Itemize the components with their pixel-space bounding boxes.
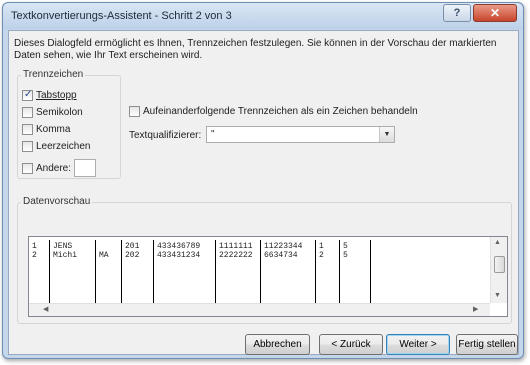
checkbox-box[interactable]: ✓ — [22, 88, 33, 101]
dialog-body: Dieses Dialogfeld ermöglicht es Ihnen, T… — [8, 30, 519, 355]
scroll-right-icon[interactable]: ▶ — [473, 305, 478, 313]
checkbox-label-consecutive: Aufeinanderfolgende Trennzeichen als ein… — [143, 105, 418, 117]
checkbox-label-tabstopp: Tabstopp — [36, 89, 77, 101]
checkbox-semikolon[interactable]: Semikolon — [22, 105, 83, 119]
preview-cell: 1 — [319, 242, 324, 251]
cancel-button[interactable]: Abbrechen — [245, 334, 310, 355]
preview-cell: 11223344 — [264, 242, 303, 251]
next-button[interactable]: Weiter > — [386, 334, 450, 355]
checkbox-box[interactable] — [22, 106, 33, 118]
chevron-down-icon[interactable]: ▼ — [379, 127, 394, 142]
checkbox-box[interactable] — [22, 123, 33, 135]
text-qualifier-value: " — [211, 129, 215, 140]
checkbox-label-komma: Komma — [36, 123, 71, 135]
preview-cell: 433436789 — [157, 242, 201, 251]
checkbox-tabstopp[interactable]: ✓ Tabstopp — [22, 88, 77, 102]
horizontal-scrollbar[interactable]: ◀ ▶ — [29, 303, 490, 316]
data-preview[interactable]: 1 JENS 201 433436789 1111111 11223344 1 … — [28, 236, 508, 317]
preview-cell: Michi — [53, 251, 78, 260]
preview-cell: 2 — [32, 251, 37, 260]
preview-cell: 1111111 — [219, 242, 253, 251]
vertical-scrollbar[interactable]: ▲ ▼ — [490, 237, 507, 303]
checkbox-box[interactable] — [129, 105, 140, 117]
check-icon: ✓ — [24, 88, 33, 100]
checkbox-andere[interactable]: Andere: — [22, 161, 71, 175]
dialog-window: Textkonvertierungs-Assistent - Schritt 2… — [2, 2, 524, 359]
preview-cell: 2222222 — [219, 251, 253, 260]
scrollbar-thumb[interactable] — [494, 256, 505, 273]
checkbox-label-semikolon: Semikolon — [36, 106, 83, 118]
preview-cell: 2 — [319, 251, 324, 260]
preview-cell: 201 — [125, 242, 140, 251]
back-button[interactable]: < Zurück — [319, 334, 383, 355]
preview-cell: 5 — [343, 251, 348, 260]
checkbox-consecutive[interactable]: Aufeinanderfolgende Trennzeichen als ein… — [129, 104, 418, 118]
other-separator-input[interactable] — [74, 159, 96, 177]
description-text: Dieses Dialogfeld ermöglicht es Ihnen, T… — [14, 38, 497, 61]
preview-cell: JENS — [53, 242, 73, 251]
finish-button[interactable]: Fertig stellen — [456, 334, 518, 355]
checkbox-box[interactable] — [22, 140, 33, 152]
checkbox-label-andere: Andere: — [36, 162, 72, 174]
preview-row: 1 JENS 201 433436789 1111111 11223344 1 … — [29, 242, 489, 251]
scroll-left-icon[interactable]: ◀ — [43, 305, 48, 313]
close-button[interactable]: ✕ — [473, 4, 517, 22]
preview-cell: MA — [99, 251, 109, 260]
preview-row: 2 Michi MA 202 433431234 2222222 6634734… — [29, 251, 489, 260]
checkbox-komma[interactable]: Komma — [22, 122, 70, 136]
help-button[interactable]: ? — [443, 4, 471, 22]
preview-cell: 6634734 — [264, 251, 298, 260]
title-bar[interactable]: Textkonvertierungs-Assistent - Schritt 2… — [3, 3, 523, 29]
checkbox-leerzeichen[interactable]: Leerzeichen — [22, 139, 90, 153]
scroll-down-icon[interactable]: ▼ — [494, 292, 501, 299]
preview-cell: 1 — [32, 242, 37, 251]
preview-cell: 5 — [343, 242, 348, 251]
text-qualifier-select[interactable]: " ▼ — [206, 126, 395, 143]
preview-legend: Datenvorschau — [21, 196, 93, 207]
separators-group: Trennzeichen ✓ Tabstopp Semikolon Komma … — [17, 69, 121, 179]
scroll-up-icon[interactable]: ▲ — [494, 239, 501, 246]
text-qualifier-label: Textqualifizierer: — [129, 130, 202, 141]
preview-cell: 433431234 — [157, 251, 201, 260]
checkbox-label-leerzeichen: Leerzeichen — [36, 140, 91, 152]
preview-grid: 1 JENS 201 433436789 1111111 11223344 1 … — [29, 237, 489, 303]
preview-cell: 202 — [125, 251, 140, 260]
separators-legend: Trennzeichen — [21, 69, 86, 80]
checkbox-box[interactable] — [22, 162, 33, 174]
window-title: Textkonvertierungs-Assistent - Schritt 2… — [11, 10, 232, 22]
